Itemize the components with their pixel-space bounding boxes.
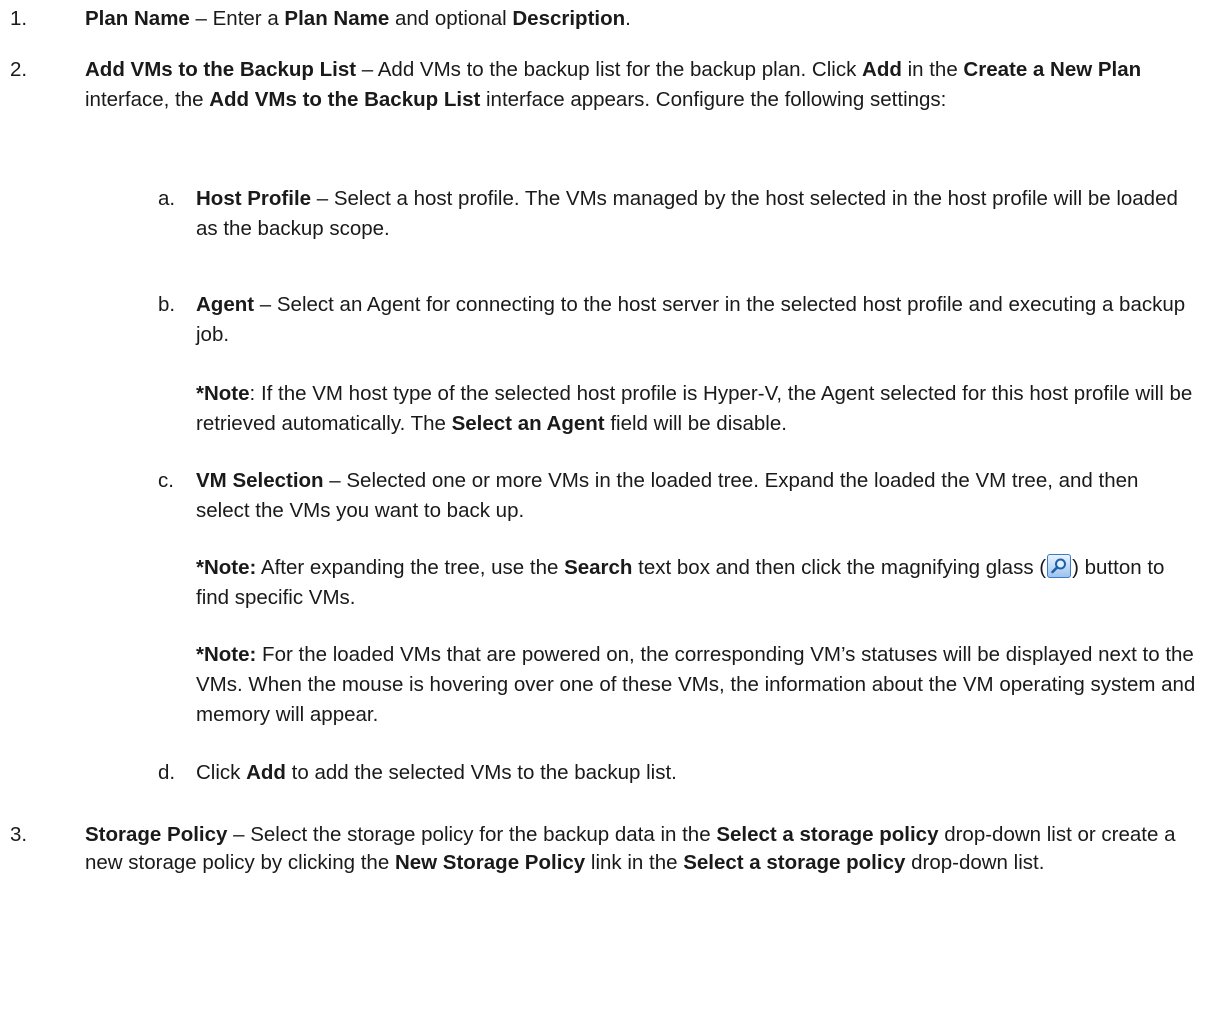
substep-letter: a. bbox=[158, 187, 176, 210]
substep-click-add: d. Click Add to add the selected VMs to … bbox=[0, 758, 1196, 788]
substep-host-profile: a. Host Profile – Select a host profile.… bbox=[0, 184, 1196, 244]
substep-letter: b. bbox=[158, 293, 176, 316]
step-text: Add VMs to the Backup List – Add VMs to … bbox=[85, 58, 1142, 111]
note-powered-on: *Note: For the loaded VMs that are power… bbox=[196, 643, 1196, 726]
step-number: 1. bbox=[10, 7, 28, 30]
step-storage-policy: 3. Storage Policy – Select the storage p… bbox=[0, 821, 1196, 877]
step-title: Plan Name bbox=[85, 7, 190, 30]
substep-text: VM Selection – Selected one or more VMs … bbox=[196, 469, 1139, 522]
document-page: 1. Plan Name – Enter a Plan Name and opt… bbox=[0, 0, 1220, 1017]
substep-text: Click Add to add the selected VMs to the… bbox=[196, 761, 677, 784]
step-text: Storage Policy – Select the storage poli… bbox=[85, 823, 1176, 874]
step-title: Storage Policy bbox=[85, 823, 228, 846]
substep-letter: d. bbox=[158, 761, 176, 784]
step-add-vms: 2. Add VMs to the Backup List – Add VMs … bbox=[0, 55, 1196, 115]
substep-text: Host Profile – Select a host profile. Th… bbox=[196, 187, 1178, 240]
note-search: *Note: After expanding the tree, use the… bbox=[196, 554, 1165, 609]
substep-vm-selection: c. VM Selection – Selected one or more V… bbox=[0, 466, 1196, 526]
step-text: Plan Name – Enter a Plan Name and option… bbox=[85, 7, 631, 30]
substep-letter: c. bbox=[158, 469, 174, 492]
magnifying-glass-icon bbox=[1047, 554, 1072, 578]
step-title: Add VMs to the Backup List bbox=[85, 58, 357, 81]
substep-text: Agent – Select an Agent for connecting t… bbox=[196, 293, 1186, 346]
note-agent-hyperv: *Note: If the VM host type of the select… bbox=[196, 382, 1193, 435]
step-number: 2. bbox=[10, 58, 28, 81]
substep-agent: b. Agent – Select an Agent for connectin… bbox=[0, 290, 1196, 350]
step-number: 3. bbox=[10, 823, 28, 846]
step-plan-name: 1. Plan Name – Enter a Plan Name and opt… bbox=[0, 4, 1196, 34]
